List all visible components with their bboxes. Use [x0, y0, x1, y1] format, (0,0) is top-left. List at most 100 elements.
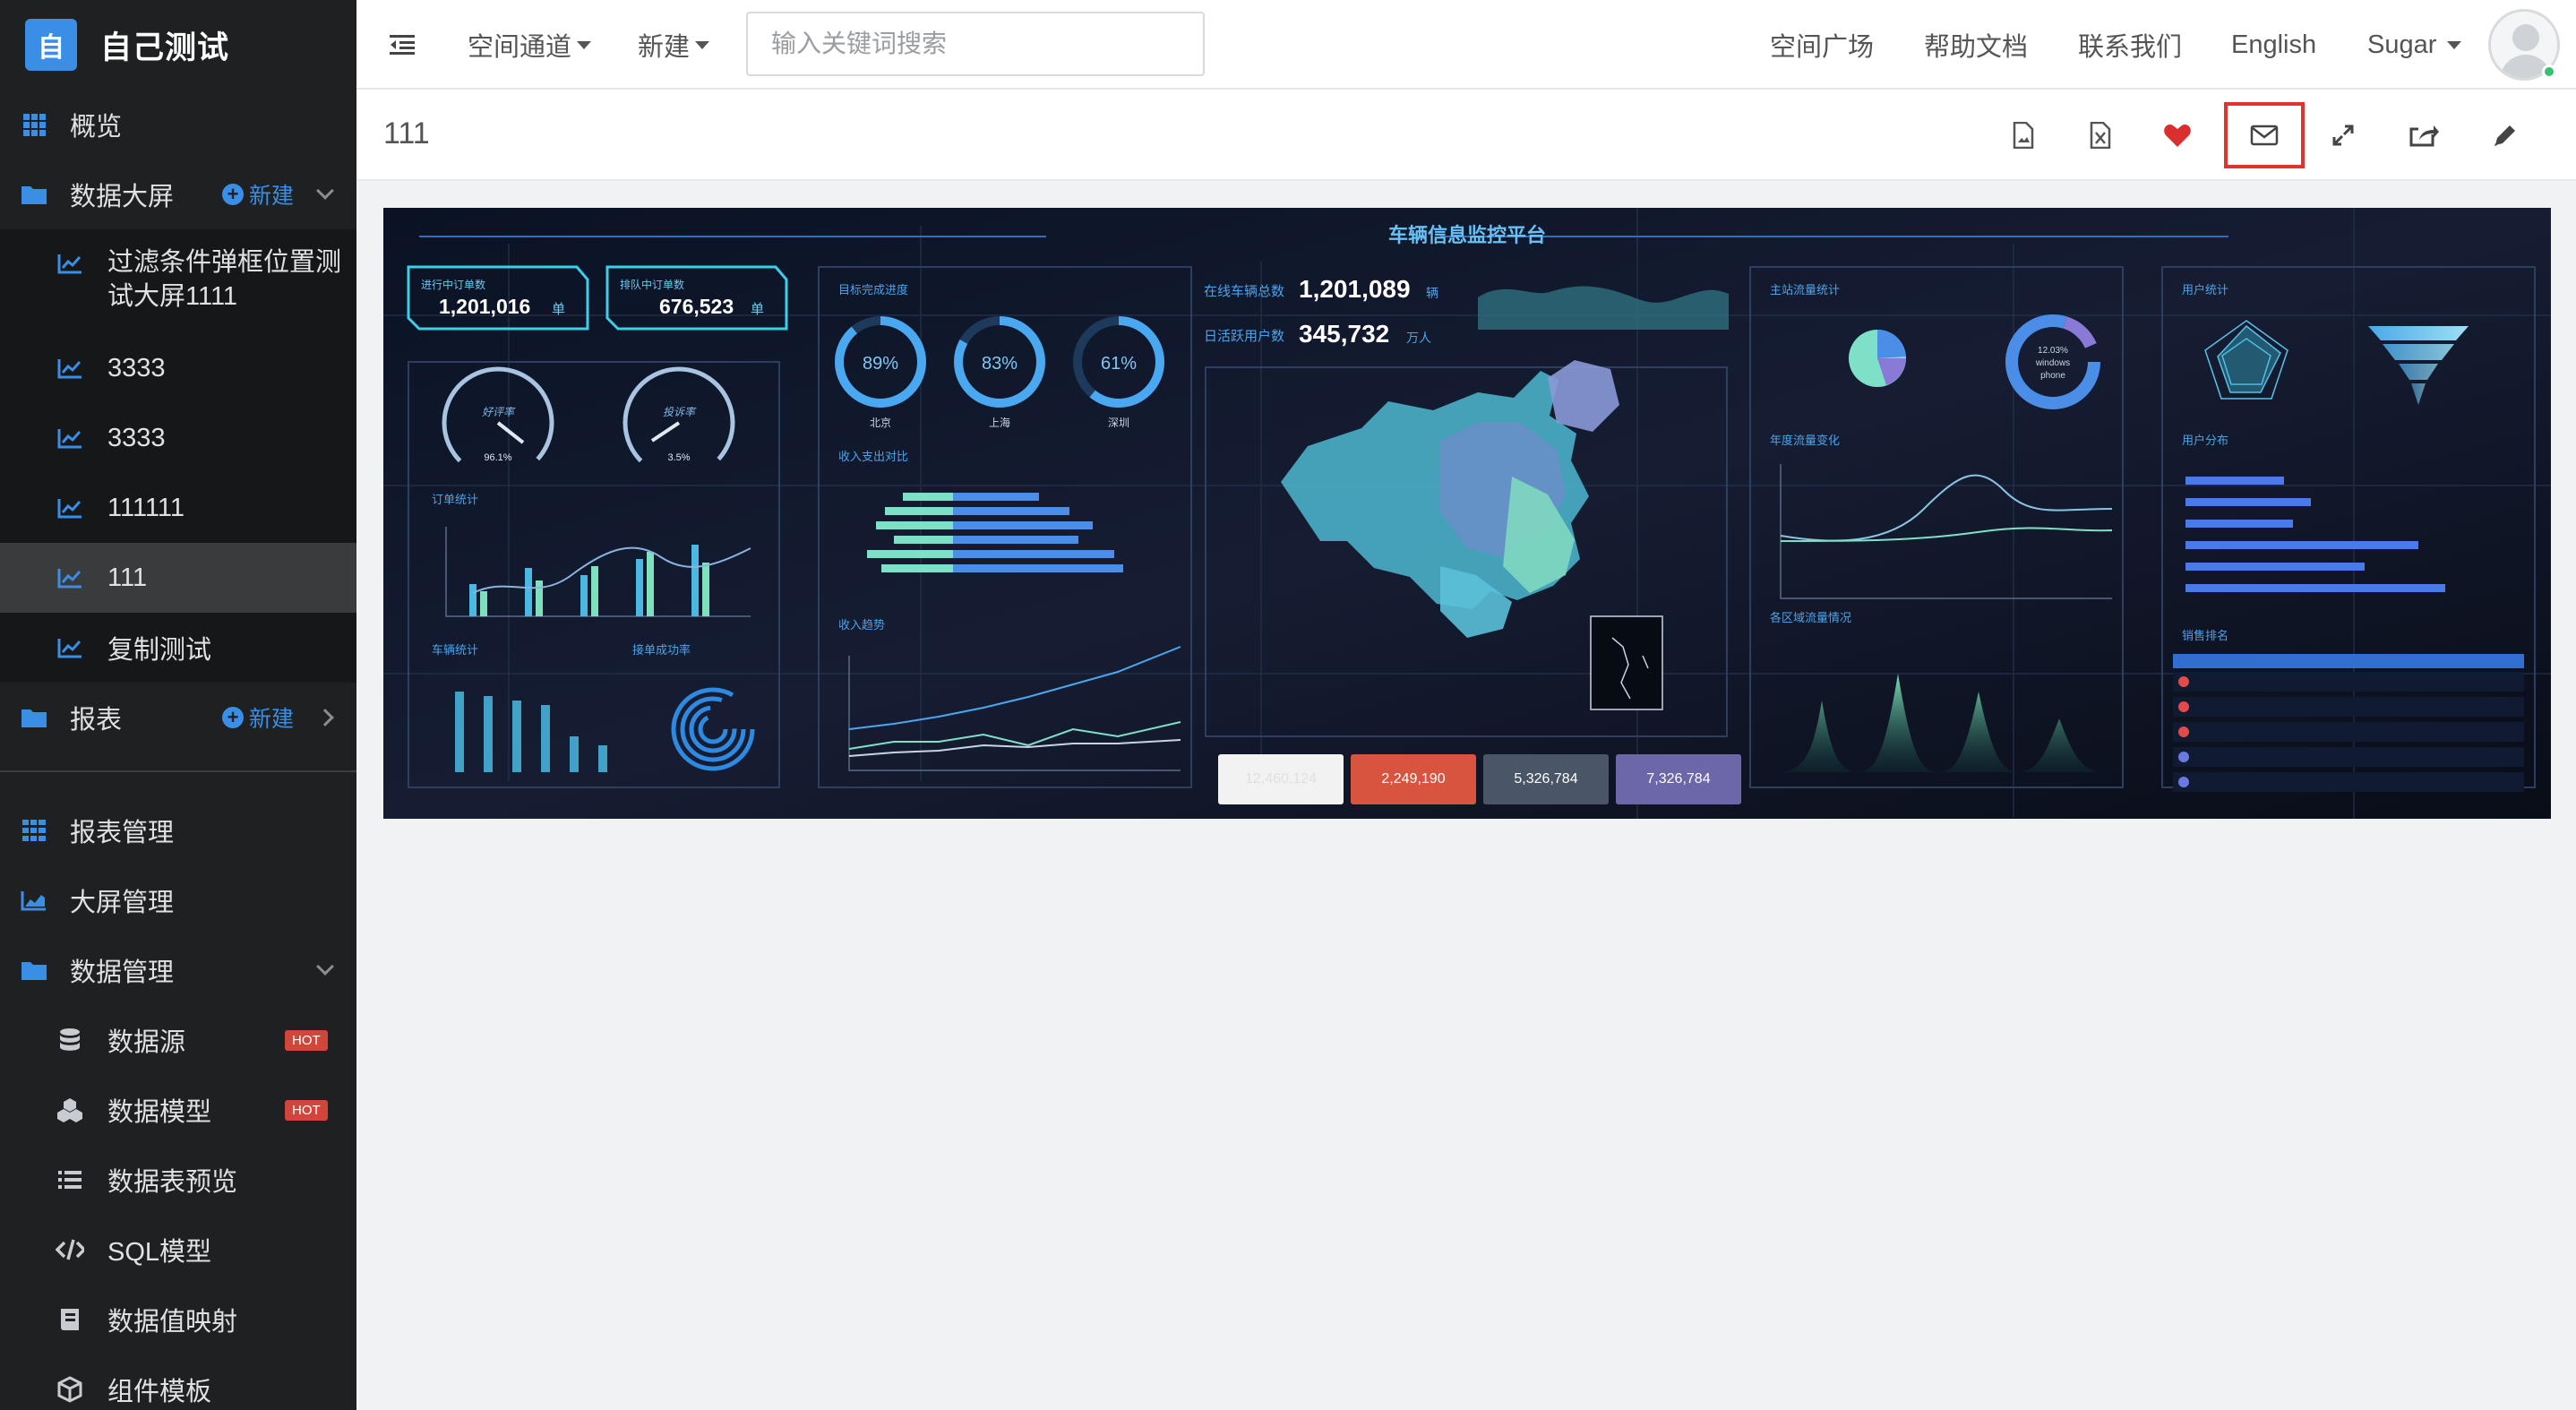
favorite-heart-icon[interactable] — [2137, 102, 2218, 168]
edit-pencil-icon[interactable] — [2465, 102, 2546, 168]
sidebar-item-label: 报表 — [70, 706, 123, 735]
gauge-value: 3.5% — [667, 452, 690, 463]
sidebar-item-label: 111111 — [107, 493, 185, 522]
order-value: 1,201,016 — [439, 295, 530, 318]
dau-label: 日活跃用户数 — [1204, 329, 1284, 344]
section-title: 目标完成进度 — [838, 283, 908, 297]
new-dropdown[interactable]: 新建 — [638, 0, 710, 90]
sidebar-item-data-manage[interactable]: 数据管理 — [0, 935, 356, 1005]
section-title: 收入支出对比 — [838, 450, 908, 463]
sidebar-item-label: 复制测试 — [107, 636, 212, 665]
sidebar-item-table-preview[interactable]: 数据表预览 — [0, 1145, 356, 1215]
link-space-square[interactable]: 空间广场 — [1770, 0, 1874, 90]
sidebar-item-screen-copy[interactable]: 复制测试 — [0, 613, 356, 683]
share-icon[interactable] — [2383, 102, 2464, 168]
order-label: 排队中订单数 — [620, 278, 684, 291]
hot-badge: HOT — [285, 1029, 328, 1051]
kpi-value: 5,326,784 — [1514, 771, 1577, 787]
sidebar-item-data-screen[interactable]: 数据大屏 + 新建 — [0, 159, 356, 229]
section-title: 接单成功率 — [632, 643, 691, 657]
sidebar-item-screen-111111[interactable]: 111111 — [0, 473, 356, 543]
caret-down-icon — [2447, 40, 2462, 49]
section-title: 用户分布 — [2182, 434, 2228, 447]
chevron-down-icon[interactable] — [316, 958, 334, 976]
progress-value: 89% — [863, 354, 898, 374]
cubes-icon — [56, 1096, 84, 1124]
progress-value: 61% — [1101, 354, 1137, 374]
sidebar-item-label: 数据值映射 — [107, 1308, 238, 1337]
order-label: 进行中订单数 — [421, 278, 485, 291]
caret-down-icon — [577, 40, 592, 49]
sidebar-item-value-mapping[interactable]: 数据值映射 — [0, 1285, 356, 1354]
space-channel-dropdown[interactable]: 空间通道 — [468, 0, 592, 90]
section-title: 各区域流量情况 — [1770, 611, 1851, 624]
caret-down-icon — [695, 40, 710, 49]
folder-icon — [20, 180, 48, 209]
sidebar-item-component-template[interactable]: 组件模板 — [0, 1354, 356, 1410]
chart-line-icon — [56, 424, 84, 452]
sidebar-item-label: 数据管理 — [70, 959, 175, 987]
sidebar-item-overview[interactable]: 概览 — [0, 90, 356, 159]
sidebar-item-data-model[interactable]: 数据模型 HOT — [0, 1075, 356, 1145]
sidebar-item-screen-manage[interactable]: 大屏管理 — [0, 865, 356, 935]
online-label: 在线车辆总数 — [1204, 284, 1284, 299]
section-title: 车辆统计 — [432, 643, 478, 657]
label-line2: 试大屏1111 — [107, 282, 238, 311]
sidebar-item-screen-filter[interactable]: 过滤条件弹框位置测 试大屏1111 — [0, 229, 356, 333]
link-english[interactable]: English — [2231, 0, 2316, 90]
sidebar-item-label: 过滤条件弹框位置测 试大屏1111 — [107, 245, 341, 314]
user-menu[interactable]: Sugar — [2367, 0, 2462, 90]
folder-icon — [20, 703, 48, 732]
sidebar-item-label: 数据模型 — [107, 1098, 212, 1127]
sidebar-item-datasource[interactable]: 数据源 HOT — [0, 1005, 356, 1075]
sidebar-item-report[interactable]: 报表 + 新建 — [0, 683, 356, 752]
export-image-icon[interactable] — [1983, 102, 2064, 168]
sidebar-item-screen-3333a[interactable]: 3333 — [0, 333, 356, 403]
new-label: 新建 — [249, 707, 295, 732]
database-icon — [56, 1026, 84, 1054]
sidebar-item-report-manage[interactable]: 报表管理 — [0, 795, 356, 865]
chart-line-icon — [56, 249, 84, 278]
sidebar-item-label: 概览 — [70, 113, 123, 142]
dashboard-canvas: 车辆信息监控平台 进行中订单数 1,201,016 单 排队中订单数 676,5… — [383, 208, 2551, 819]
email-subscribe-icon[interactable] — [2224, 102, 2305, 168]
fullscreen-icon[interactable] — [2303, 102, 2383, 168]
collapse-sidebar-icon[interactable] — [389, 0, 416, 90]
sidebar-item-sql-model[interactable]: SQL模型 — [0, 1215, 356, 1285]
link-contact-us[interactable]: 联系我们 — [2078, 0, 2182, 90]
gauge-label: 好评率 — [482, 406, 516, 418]
link-help-docs[interactable]: 帮助文档 — [1924, 0, 2028, 90]
gauge-label: 投诉率 — [663, 406, 697, 418]
plus-circle-icon: + — [222, 707, 244, 728]
progress-city: 深圳 — [1108, 417, 1129, 429]
chart-area-icon — [20, 886, 48, 915]
chart-line-icon — [56, 494, 84, 522]
brand-title[interactable]: 自己测试 — [100, 22, 229, 68]
export-excel-icon[interactable] — [2060, 102, 2141, 168]
book-icon — [56, 1305, 84, 1334]
cube-icon — [56, 1375, 84, 1404]
order-value: 676,523 — [659, 295, 734, 318]
list-icon — [56, 1165, 84, 1194]
sidebar-item-label: 数据源 — [107, 1028, 186, 1057]
new-screen-button[interactable]: + 新建 — [222, 178, 294, 211]
dashboard-preview[interactable]: 车辆信息监控平台 进行中订单数 1,201,016 单 排队中订单数 676,5… — [383, 208, 2551, 819]
chevron-right-icon[interactable] — [316, 709, 334, 726]
section-title: 主站流量统计 — [1770, 283, 1840, 297]
sidebar-item-label: 报表管理 — [70, 819, 175, 847]
order-unit: 单 — [751, 302, 764, 317]
plus-circle-icon: + — [222, 184, 244, 205]
search-input[interactable] — [746, 12, 1205, 76]
progress-value: 83% — [982, 354, 1018, 374]
section-title: 销售排名 — [2182, 629, 2228, 642]
chevron-down-icon[interactable] — [316, 182, 334, 200]
new-label: 新建 — [249, 184, 295, 209]
sidebar-item-screen-111[interactable]: 111 — [0, 543, 356, 613]
pie-center-text: windows — [2035, 358, 2070, 368]
brand: 自 自己测试 — [0, 0, 356, 90]
new-report-button[interactable]: + 新建 — [222, 701, 294, 734]
brand-logo[interactable]: 自 — [25, 19, 77, 71]
sidebar-item-screen-3333b[interactable]: 3333 — [0, 403, 356, 473]
page-title: 111 — [383, 116, 430, 150]
section-title: 收入趋势 — [838, 618, 885, 632]
